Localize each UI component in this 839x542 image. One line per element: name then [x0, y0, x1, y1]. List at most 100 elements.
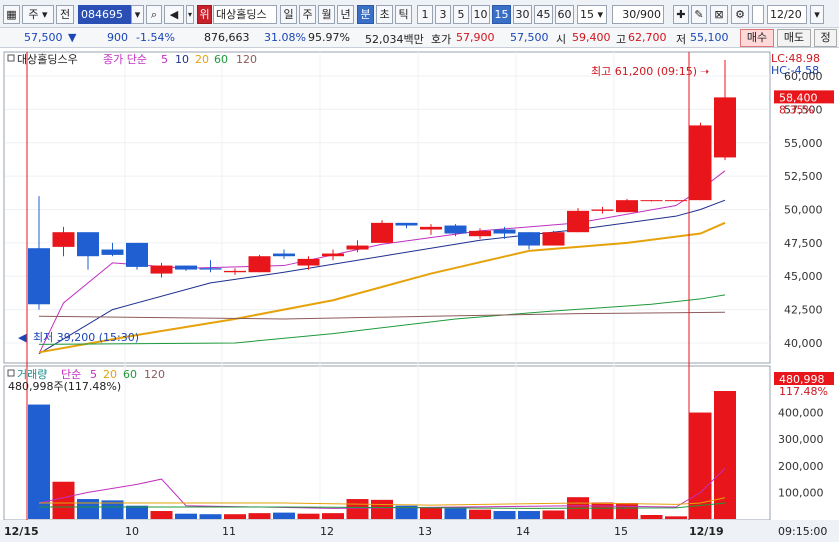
- candle-body: [371, 222, 393, 243]
- low-price: 55,100: [690, 31, 729, 44]
- tab-week[interactable]: 주: [299, 5, 316, 24]
- interval-45[interactable]: 45: [534, 5, 553, 24]
- date-field[interactable]: 12/20: [767, 5, 807, 24]
- search-icon[interactable]: ⌕: [146, 5, 162, 24]
- interval-1[interactable]: 1: [417, 5, 433, 24]
- volume-bar: [297, 513, 320, 519]
- toolbar: ▦ 주 ▾ 전 084695 ▾ ⌕ ◀ ▾ 위 대상홀딩스 일 주 월 년 분…: [0, 0, 839, 28]
- buy-button[interactable]: 매수: [740, 29, 774, 47]
- tab-month[interactable]: 월: [318, 5, 335, 24]
- candle-body: [248, 256, 271, 273]
- interval-select-label: 15: [580, 8, 594, 21]
- volume-bar: [248, 513, 271, 519]
- volume-bar: [371, 499, 393, 519]
- bid-ask-label: 호가: [431, 33, 452, 46]
- date-checkbox[interactable]: [752, 5, 764, 24]
- tab-year[interactable]: 년: [337, 5, 354, 24]
- interval-15[interactable]: 15: [492, 5, 511, 24]
- vol-tick-300000: 300,000: [778, 433, 824, 446]
- candle-body: [420, 226, 442, 230]
- vol-tick-400000: 400,000: [778, 407, 824, 420]
- volume-bar: [346, 499, 369, 519]
- volume-bar: [469, 509, 491, 519]
- x-label-12-19: 12/19: [689, 525, 724, 538]
- vol-ma60-label: 60: [123, 368, 137, 381]
- price-chart[interactable]: 대상홀딩스우 종가 단순 5 10 20 60 120 LC:48.98 HC:…: [0, 48, 839, 542]
- candle-body: [493, 229, 516, 234]
- x-axis-time: 09:15:00: [778, 525, 827, 538]
- speaker-icon[interactable]: ◀: [164, 5, 184, 24]
- price-legend-name: 대상홀딩스우: [17, 53, 78, 66]
- date-dropdown-icon[interactable]: ▾: [810, 5, 824, 24]
- strength-pct: 95.97%: [308, 31, 350, 44]
- candle-body: [126, 242, 148, 267]
- volume-bar: [518, 511, 540, 519]
- warning-badge: 위: [197, 5, 212, 24]
- y-tick-40000: 40,000: [784, 337, 823, 350]
- volume-bar: [77, 499, 99, 519]
- low-label: 저: [676, 33, 687, 46]
- tab-minute[interactable]: 분: [357, 5, 374, 24]
- volume-bar: [150, 511, 173, 519]
- candle-body: [322, 253, 344, 257]
- interval-select[interactable]: 15 ▾: [577, 5, 607, 24]
- candle-body: [640, 200, 663, 202]
- tab-tick[interactable]: 틱: [395, 5, 412, 24]
- volume-bar: [420, 507, 442, 519]
- ma5-label: 5: [161, 53, 168, 66]
- sell-button[interactable]: 매도: [777, 29, 811, 47]
- high-note: 최고 61,200 (09:15): [591, 65, 697, 78]
- interval-60[interactable]: 60: [555, 5, 574, 24]
- price-legend-type: 종가 단순: [103, 53, 147, 66]
- interval-3[interactable]: 3: [435, 5, 451, 24]
- grid-icon[interactable]: ▦: [3, 5, 20, 24]
- volume-bar: [52, 481, 75, 519]
- trade-amount: 52,034백만: [365, 33, 424, 46]
- scale-icon[interactable]: ⊠: [710, 5, 728, 24]
- chevron-down-icon[interactable]: ▾: [186, 5, 194, 24]
- ma10-label: 10: [175, 53, 189, 66]
- interval-10[interactable]: 10: [471, 5, 490, 24]
- y-tick-50000: 50,000: [784, 204, 823, 217]
- current-price-pct: 8.35%: [779, 103, 814, 116]
- current-price: 57,500: [24, 31, 63, 44]
- vol-tick-200000: 200,000: [778, 460, 824, 473]
- high-arrow-icon: ➝: [700, 65, 709, 78]
- volume-bar: [126, 505, 148, 519]
- tab-day[interactable]: 일: [280, 5, 297, 24]
- type-select[interactable]: 주 ▾: [22, 5, 54, 24]
- candle-body: [591, 209, 614, 211]
- volume-bar: [542, 510, 565, 519]
- code-dropdown-icon[interactable]: ▾: [131, 5, 144, 24]
- x-label-15: 15: [614, 525, 628, 538]
- y-tick-60000: 60,000: [784, 70, 823, 83]
- volume-bar: [199, 514, 222, 519]
- candle-body: [199, 268, 222, 270]
- x-label-12-15: 12/15: [4, 525, 39, 538]
- crosshair-icon[interactable]: ✚: [673, 5, 689, 24]
- interval-30[interactable]: 30: [513, 5, 532, 24]
- prev-button[interactable]: 전: [56, 5, 74, 24]
- volume-bar: [665, 516, 687, 519]
- x-label-13: 13: [418, 525, 432, 538]
- volume-bar: [616, 503, 638, 519]
- high-price: 62,700: [628, 31, 667, 44]
- vol-tick-100000: 100,000: [778, 486, 824, 499]
- turnover-pct: 31.08%: [264, 31, 306, 44]
- volume-bar: [273, 512, 295, 519]
- candle-body: [469, 230, 491, 237]
- pencil-icon[interactable]: ✎: [691, 5, 707, 24]
- gear-icon[interactable]: ⚙: [731, 5, 749, 24]
- count-field[interactable]: 30/900: [612, 5, 664, 24]
- code-input[interactable]: 084695: [78, 5, 131, 24]
- candle-body: [567, 210, 589, 233]
- high-label: 고: [616, 33, 627, 46]
- volume-value: 876,663: [204, 31, 250, 44]
- correct-button[interactable]: 정: [814, 29, 837, 47]
- volume-bar: [493, 511, 516, 519]
- tab-second[interactable]: 초: [376, 5, 393, 24]
- volume-bar: [175, 513, 197, 519]
- y-tick-45000: 45,000: [784, 270, 823, 283]
- candle-body: [101, 249, 124, 255]
- interval-5[interactable]: 5: [453, 5, 469, 24]
